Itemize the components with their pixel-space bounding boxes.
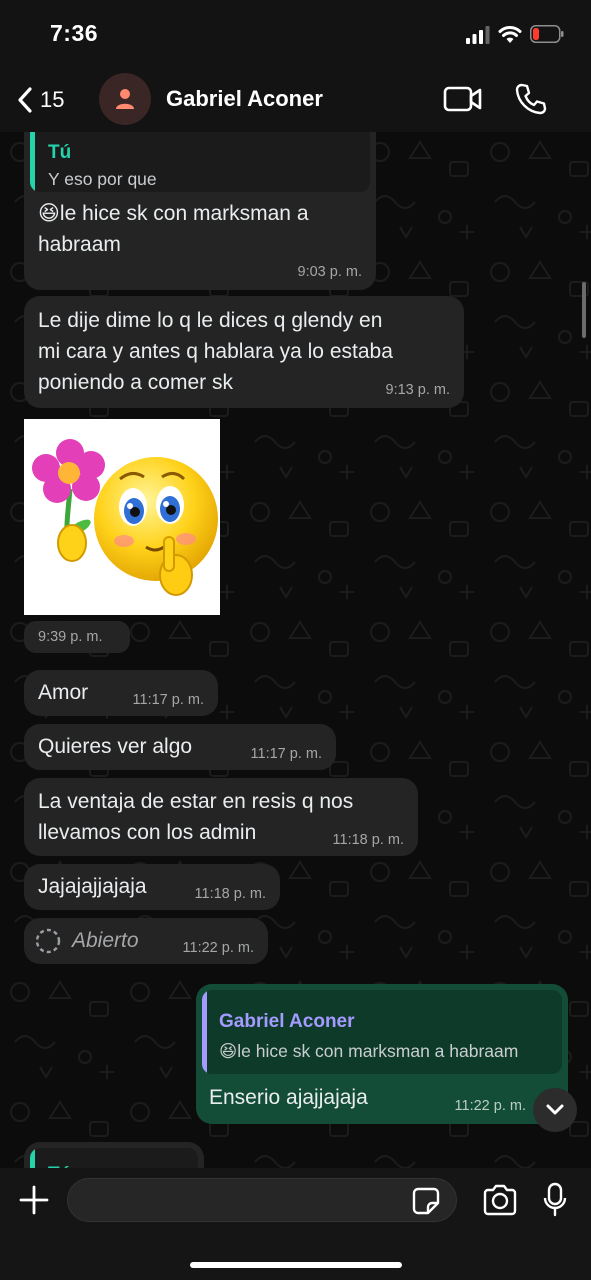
status-bar: 7:36 bbox=[0, 0, 591, 66]
composer-bar bbox=[0, 1168, 591, 1280]
home-indicator[interactable] bbox=[190, 1262, 402, 1268]
message-text: Enserio ajajjajaja bbox=[209, 1086, 368, 1109]
avatar[interactable] bbox=[99, 73, 151, 125]
chevron-left-icon bbox=[18, 87, 32, 113]
quote-accent-bar bbox=[202, 990, 207, 1074]
quote-line: le hice sk con marksman a habraam bbox=[237, 1041, 519, 1061]
laughing-emoji: 😆 bbox=[38, 202, 60, 225]
plus-icon[interactable] bbox=[18, 1184, 50, 1216]
incoming-message[interactable]: Le dije dime lo q le dices q glendy en m… bbox=[24, 296, 464, 408]
message-time: 11:18 p. m. bbox=[194, 886, 266, 902]
sticker-icon[interactable] bbox=[412, 1187, 440, 1215]
message-line: mi cara y antes q hablara ya lo estaba bbox=[38, 340, 393, 363]
message-time: 9:39 p. m. bbox=[38, 629, 103, 645]
quote-text: 😆le hice sk con marksman a habraam bbox=[219, 1041, 518, 1062]
outgoing-message-reply[interactable]: Gabriel Aconer 😆le hice sk con marksman … bbox=[196, 984, 568, 1124]
scroll-indicator[interactable] bbox=[582, 282, 586, 338]
incoming-message[interactable]: Amor 11:17 p. m. bbox=[24, 670, 218, 716]
video-camera-icon[interactable] bbox=[443, 84, 483, 114]
message-line: La ventaja de estar en resis q nos bbox=[38, 790, 354, 813]
quote-accent-bar bbox=[30, 132, 35, 192]
incoming-message[interactable]: Jajajajjajaja 11:18 p. m. bbox=[24, 864, 280, 910]
wifi-icon bbox=[498, 26, 522, 43]
message-time: 9:13 p. m. bbox=[385, 382, 450, 398]
message-line: habraam bbox=[38, 233, 121, 256]
laughing-emoji: 😆 bbox=[219, 1041, 238, 1061]
camera-icon[interactable] bbox=[482, 1184, 518, 1216]
message-input[interactable] bbox=[67, 1178, 457, 1222]
chat-header: 15 Gabriel Aconer bbox=[0, 66, 591, 132]
status-time: 7:36 bbox=[50, 20, 99, 46]
message-time: 11:18 p. m. bbox=[332, 832, 404, 848]
incoming-message[interactable]: Quieres ver algo 11:17 p. m. bbox=[24, 724, 336, 770]
signal-icon bbox=[466, 26, 490, 44]
quote-text: Y eso por que bbox=[48, 169, 157, 189]
incoming-message-reply[interactable]: Tú bbox=[24, 1142, 204, 1168]
incoming-message-reply[interactable]: Tú Y eso por que 😆le hice sk con marksma… bbox=[24, 132, 376, 290]
phone-icon[interactable] bbox=[514, 82, 548, 116]
message-time: 11:22 p. m. bbox=[182, 940, 254, 956]
sticker-time-pill: 9:39 p. m. bbox=[24, 621, 130, 653]
sticker-image[interactable] bbox=[24, 419, 220, 615]
quoted-message[interactable]: Gabriel Aconer 😆le hice sk con marksman … bbox=[202, 990, 562, 1074]
quoted-message[interactable]: Tú bbox=[30, 1148, 198, 1168]
message-line: Le dije dime lo q le dices q glendy en bbox=[38, 309, 383, 332]
person-icon bbox=[116, 89, 134, 109]
view-once-icon bbox=[35, 928, 61, 954]
message-time: 9:03 p. m. bbox=[297, 264, 362, 280]
message-time: 11:17 p. m. bbox=[250, 746, 322, 762]
message-list[interactable]: Tú Y eso por que 😆le hice sk con marksma… bbox=[0, 132, 591, 1168]
smiley-with-flower-image bbox=[32, 439, 218, 596]
contact-name[interactable]: Gabriel Aconer bbox=[166, 86, 323, 112]
battery-icon bbox=[530, 25, 564, 43]
quote-author: Tú bbox=[48, 142, 72, 163]
message-text: 😆le hice sk con marksman a habraam bbox=[38, 198, 368, 260]
view-once-message[interactable]: Abierto 11:22 p. m. bbox=[24, 918, 268, 964]
microphone-icon[interactable] bbox=[543, 1182, 567, 1218]
back-button[interactable]: 15 bbox=[14, 80, 64, 120]
quote-accent-bar bbox=[30, 1148, 35, 1168]
message-text: Quieres ver algo bbox=[38, 735, 193, 758]
chevron-down-icon bbox=[546, 1104, 564, 1115]
quoted-message[interactable]: Tú Y eso por que bbox=[30, 132, 370, 192]
view-once-label: Abierto bbox=[72, 929, 139, 952]
message-time: 11:22 p. m. bbox=[454, 1098, 526, 1114]
message-text: Jajajajjajaja bbox=[38, 875, 147, 898]
message-line: le hice sk con marksman a bbox=[59, 202, 309, 225]
message-time: 11:17 p. m. bbox=[132, 692, 204, 708]
scroll-to-bottom-button[interactable] bbox=[533, 1088, 577, 1132]
quote-author: Gabriel Aconer bbox=[219, 1011, 355, 1032]
incoming-message[interactable]: La ventaja de estar en resis q nos lleva… bbox=[24, 778, 418, 856]
message-text: Amor bbox=[38, 681, 89, 704]
unread-count: 15 bbox=[40, 87, 65, 112]
